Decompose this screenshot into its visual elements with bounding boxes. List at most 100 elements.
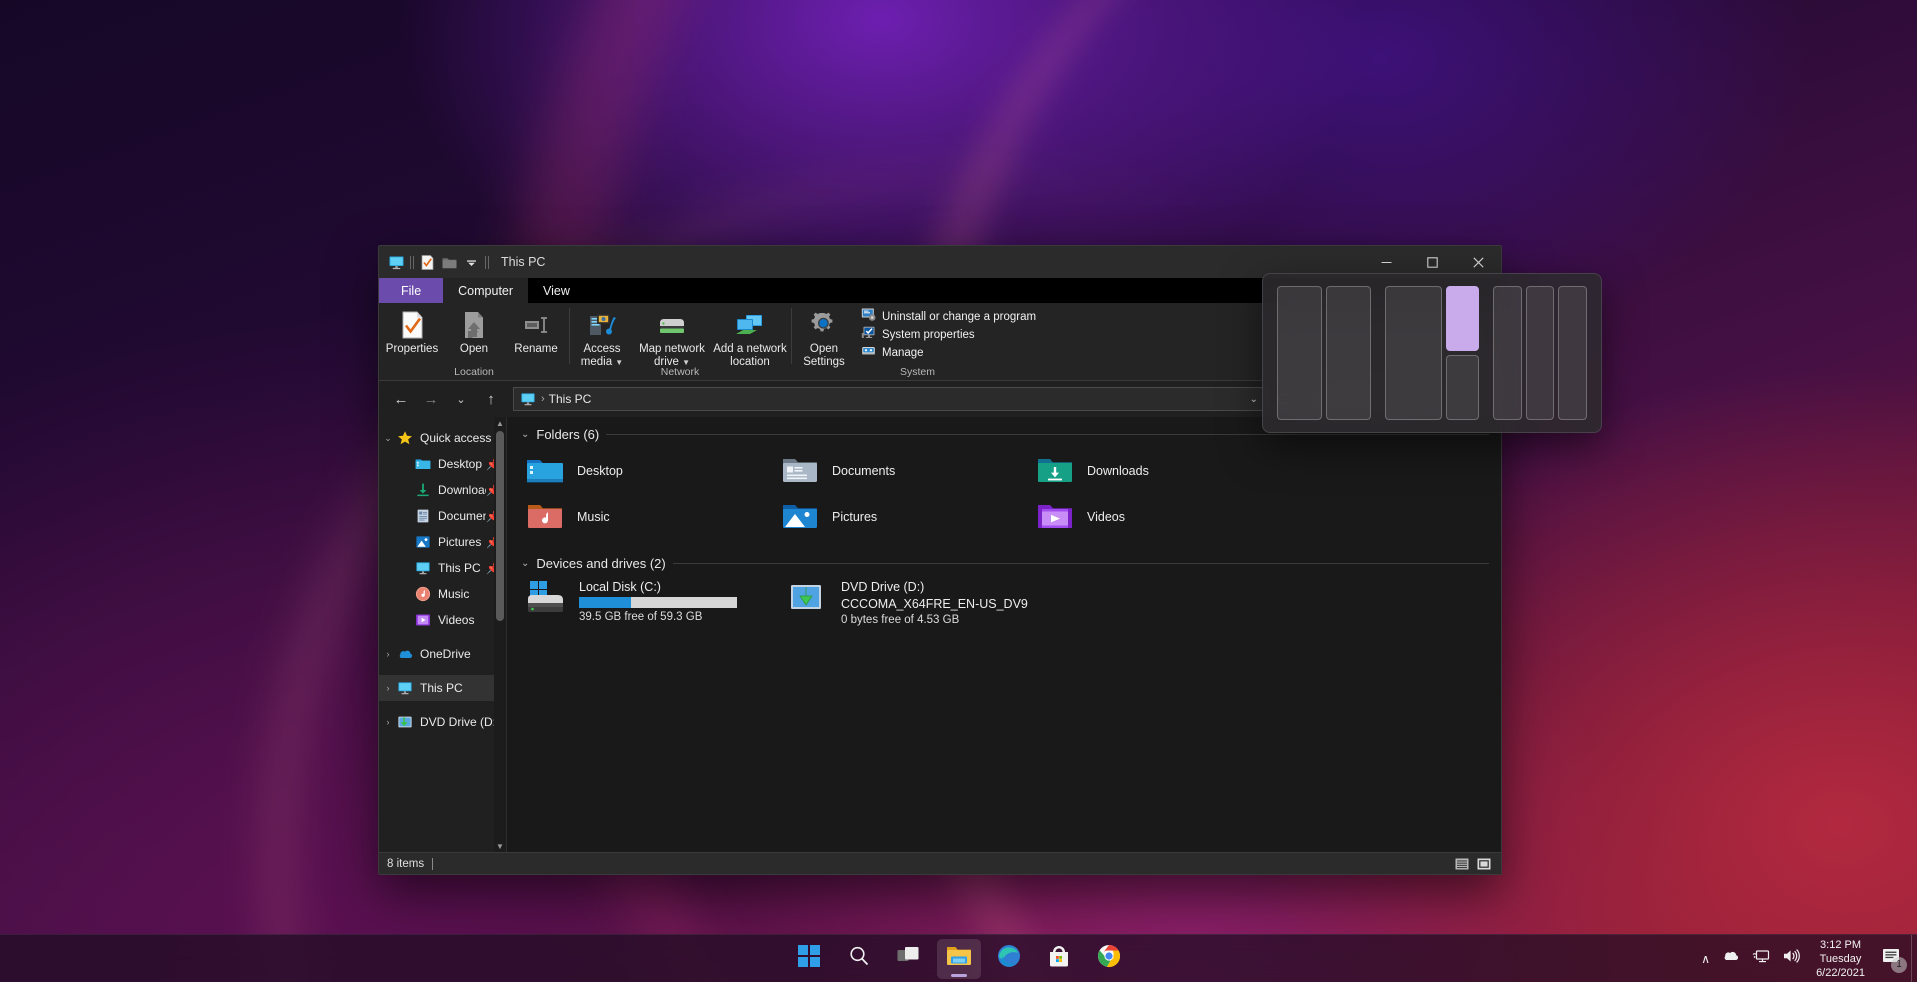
breadcrumb-item-this-pc[interactable]: This PC (549, 392, 592, 406)
sidebar-item-this-pc[interactable]: › This PC (379, 675, 506, 701)
snap-cell-col-2[interactable] (1525, 286, 1555, 420)
sidebar-item-videos[interactable]: Videos (379, 607, 506, 633)
network-tray-button[interactable] (1746, 939, 1776, 979)
snap-cell-left[interactable] (1277, 286, 1322, 420)
snap-cell-right[interactable] (1326, 286, 1371, 420)
recent-locations-button[interactable]: ⌄ (447, 386, 475, 412)
rename-button[interactable]: Rename (505, 307, 567, 356)
status-bar: 8 items (379, 852, 1501, 874)
chevron-right-icon[interactable]: › (379, 649, 397, 659)
active-indicator (950, 973, 967, 977)
qat-separator-2 (485, 255, 489, 269)
sidebar-item-this-pc-quick[interactable]: This PC 📌 (379, 555, 506, 581)
sidebar-item-documents[interactable]: Documents 📌 (379, 503, 506, 529)
sidebar-item-onedrive[interactable]: › OneDrive (379, 641, 506, 667)
address-bar[interactable]: › This PC ⌄ (513, 387, 1269, 411)
snap-option-left-large-right-split[interactable] (1385, 286, 1479, 420)
status-divider (432, 857, 434, 870)
properties-icon[interactable] (419, 254, 436, 271)
volume-tray-button[interactable] (1776, 939, 1806, 979)
access-media-button[interactable]: Access media ▼ (571, 307, 633, 369)
snap-option-two-columns[interactable] (1277, 286, 1371, 420)
drives-grid: Local Disk (C:) 39.5 GB free of 59.3 GB (521, 577, 1489, 628)
drive-item-dvd-drive-d[interactable]: DVD Drive (D:) CCCOMA_X64FRE_EN-US_DV9 0… (783, 577, 1045, 628)
section-header-devices[interactable]: ⌄ Devices and drives (2) (521, 556, 1489, 571)
sidebar-item-desktop[interactable]: Desktop 📌 (379, 451, 506, 477)
system-properties-item[interactable]: System properties (859, 326, 1042, 344)
onedrive-tray-button[interactable] (1716, 939, 1746, 979)
sidebar-item-dvd-drive[interactable]: › DVD Drive (D:) CC (379, 709, 506, 735)
drive-name-dvd-drive-d: DVD Drive (D:) (841, 580, 925, 594)
snap-cell-left-large[interactable] (1385, 286, 1443, 420)
navigation-scrollbar[interactable]: ▲ ▼ (494, 417, 506, 852)
scroll-down-icon[interactable]: ▼ (494, 840, 506, 852)
properties-button[interactable]: Properties (381, 307, 443, 356)
add-network-location-icon (733, 309, 767, 341)
file-list-pane[interactable]: ⌄ Folders (6) Desktop Documents Download… (507, 417, 1501, 852)
sidebar-item-downloads[interactable]: Downloads 📌 (379, 477, 506, 503)
taskbar: ∧ 3:12 PM Tuesday 6/22/2021 1 (0, 934, 1917, 982)
open-settings-button[interactable]: Open Settings (793, 307, 855, 368)
ribbon-group-system: Open Settings Uninstall or change a prog… (791, 303, 1044, 380)
folder-item-videos[interactable]: Videos (1031, 494, 1286, 540)
open-button[interactable]: Open (443, 307, 505, 356)
snap-cell-right-top[interactable] (1446, 286, 1479, 351)
back-button[interactable]: ← (387, 386, 415, 412)
chevron-right-icon[interactable]: › (379, 683, 397, 693)
customize-quick-access-dropdown[interactable] (463, 254, 480, 271)
clock[interactable]: 3:12 PM Tuesday 6/22/2021 (1806, 939, 1875, 979)
microsoft-store-button[interactable] (1037, 939, 1081, 979)
large-icons-view-button[interactable] (1475, 856, 1493, 872)
scroll-up-icon[interactable]: ▲ (494, 417, 506, 429)
start-button[interactable] (787, 939, 831, 979)
videos-icon (415, 612, 431, 628)
folder-item-downloads[interactable]: Downloads (1031, 448, 1286, 494)
breadcrumb[interactable]: › This PC (541, 392, 1239, 406)
uninstall-or-change-program-item[interactable]: Uninstall or change a program (859, 308, 1042, 326)
chevron-down-icon[interactable]: ⌄ (521, 429, 529, 440)
tray-overflow-button[interactable]: ∧ (1695, 939, 1716, 979)
sidebar-label-downloads: Downloads (438, 483, 486, 497)
snap-cell-right-bottom[interactable] (1446, 355, 1479, 420)
add-network-location-button[interactable]: Add a network location (711, 307, 789, 368)
snap-option-three-columns[interactable] (1493, 286, 1587, 420)
sidebar-item-pictures[interactable]: Pictures 📌 (379, 529, 506, 555)
snap-cell-col-1[interactable] (1493, 286, 1522, 420)
sidebar-label-dvd-drive: DVD Drive (D:) CC (420, 715, 500, 729)
chevron-down-icon[interactable]: ⌄ (379, 433, 397, 444)
chevron-right-icon[interactable]: › (379, 717, 397, 727)
scrollbar-thumb[interactable] (496, 431, 504, 621)
up-button[interactable]: ↑ (477, 386, 505, 412)
tab-computer[interactable]: Computer (443, 278, 529, 303)
folder-item-music[interactable]: Music (521, 494, 776, 540)
ribbon-group-label-system: System (900, 366, 936, 378)
folder-item-pictures[interactable]: Pictures (776, 494, 1031, 540)
address-dropdown-icon[interactable]: ⌄ (1244, 394, 1264, 405)
clock-date: 6/22/2021 (1816, 966, 1865, 979)
snap-cell-col-3[interactable] (1558, 286, 1587, 420)
ribbon-group-label-network: Network (660, 366, 700, 378)
folder-item-desktop[interactable]: Desktop (521, 448, 776, 494)
sidebar-label-pictures: Pictures (438, 535, 482, 549)
sidebar-item-music[interactable]: Music (379, 581, 506, 607)
drive-item-local-disk-c[interactable]: Local Disk (C:) 39.5 GB free of 59.3 GB (521, 577, 783, 628)
tab-file[interactable]: File (379, 278, 444, 303)
search-button[interactable] (837, 939, 881, 979)
edge-button[interactable] (987, 939, 1031, 979)
new-folder-icon[interactable] (441, 254, 458, 271)
details-view-button[interactable] (1453, 856, 1471, 872)
notification-center-button[interactable]: 1 (1875, 939, 1911, 979)
view-toggle-group (1453, 856, 1493, 872)
tab-view[interactable]: View (528, 278, 585, 303)
manage-item[interactable]: Manage (859, 344, 1042, 362)
show-desktop-button[interactable] (1911, 934, 1917, 982)
map-network-drive-button[interactable]: Map network drive ▼ (633, 307, 711, 369)
file-explorer-button[interactable] (936, 938, 981, 979)
sidebar-item-quick-access[interactable]: ⌄ Quick access (379, 425, 506, 451)
chevron-down-icon[interactable]: ⌄ (521, 558, 529, 569)
forward-button[interactable]: → (417, 386, 445, 412)
snap-layouts-flyout[interactable] (1262, 273, 1602, 433)
chrome-button[interactable] (1087, 939, 1131, 979)
folder-item-documents[interactable]: Documents (776, 448, 1031, 494)
task-view-button[interactable] (887, 939, 931, 979)
